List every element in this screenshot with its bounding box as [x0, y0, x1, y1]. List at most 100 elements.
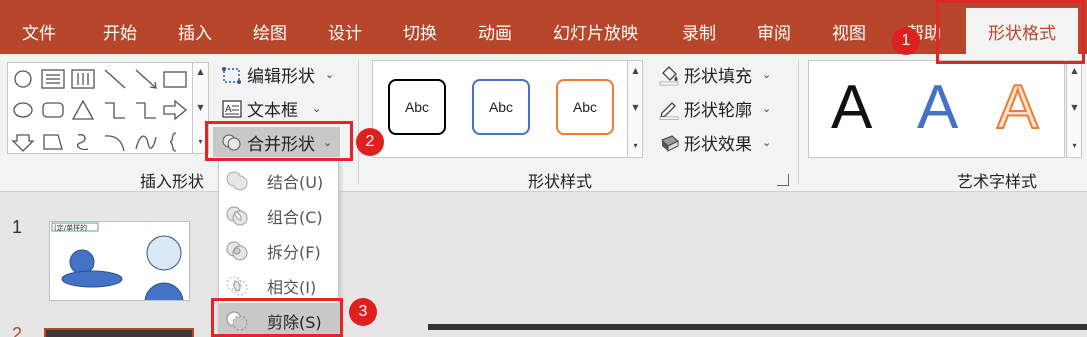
scroll-down-icon[interactable]: ▼ — [193, 101, 208, 115]
tab-insert[interactable]: 插入 — [178, 19, 212, 44]
shape-style-blue[interactable]: Abc — [472, 79, 530, 135]
tab-design[interactable]: 设计 — [328, 19, 362, 44]
callout-highlight-merge — [205, 121, 353, 161]
callout-badge-1: 1 — [892, 27, 920, 55]
callout-badge-2: 2 — [356, 128, 384, 156]
expand-gallery-icon[interactable]: ▾ — [628, 139, 643, 153]
tab-slideshow[interactable]: 幻灯片放映 — [553, 19, 638, 44]
wordart-style-orange-outline[interactable]: A — [996, 72, 1039, 143]
shapes-gallery[interactable] — [7, 62, 193, 154]
tab-review[interactable]: 审阅 — [757, 19, 791, 44]
slide-thumbnail-1[interactable]: (定/单样的 — [49, 221, 190, 301]
chevron-down-icon: ⌄ — [762, 102, 772, 115]
shape-styles-group-label: 形状样式 — [528, 172, 593, 191]
text-box-icon: A — [222, 99, 242, 118]
line-shape-icon — [104, 69, 126, 89]
tab-draw[interactable]: 绘图 — [253, 19, 287, 44]
fragment-icon — [226, 241, 248, 261]
ellipse-shape-icon — [13, 102, 33, 118]
thumbnail-caption: (定/单样的 — [54, 223, 87, 232]
elbow-arrow-icon — [136, 102, 156, 119]
chevron-down-icon: ⌄ — [762, 68, 772, 81]
curve-shape-icon — [135, 135, 157, 150]
menu-item-label: 拆分(F) — [267, 243, 321, 262]
scroll-up-icon[interactable]: ▲ — [628, 64, 643, 78]
down-arrow-icon — [11, 134, 35, 152]
dialog-launcher-icon[interactable] — [777, 174, 789, 186]
menu-item-label: 相交(I) — [267, 278, 317, 297]
arc-shape-icon — [104, 135, 125, 152]
shape-style-orange[interactable]: Abc — [556, 79, 614, 135]
callout-highlight-tab — [936, 0, 1085, 64]
pencil-icon — [659, 101, 679, 120]
callout-highlight-subtract — [211, 298, 343, 337]
insert-shapes-group-label: 插入形状 — [140, 172, 205, 191]
brace-shape-icon — [169, 132, 177, 152]
tab-home[interactable]: 开始 — [103, 19, 137, 44]
wordart-styles-group-label: 艺术字样式 — [957, 172, 1038, 191]
tab-record[interactable]: 录制 — [682, 19, 716, 44]
text-box-button[interactable]: A 文本框 ⌄ — [221, 96, 321, 121]
shape-outline-label: 形状轮廓 — [684, 101, 752, 121]
menu-item-label: 组合(C) — [267, 208, 323, 227]
text-box-label: 文本框 — [247, 101, 298, 121]
shape-styles-scroll[interactable]: ▲ ▼ ▾ — [627, 60, 643, 158]
expand-gallery-icon[interactable]: ▾ — [1067, 139, 1082, 153]
slide-number: 1 — [12, 217, 23, 237]
shape-style-black[interactable]: Abc — [388, 79, 446, 135]
callout-badge-3: 3 — [349, 298, 377, 326]
tab-view[interactable]: 视图 — [832, 19, 866, 44]
menu-item-fragment[interactable]: 拆分(F) — [219, 233, 340, 269]
edit-shape-button[interactable]: 编辑形状 ⌄ — [221, 62, 334, 87]
scroll-up-icon[interactable]: ▲ — [1067, 64, 1082, 78]
menu-item-union[interactable]: 结合(U) — [219, 163, 340, 199]
chevron-down-icon: ⌄ — [312, 102, 322, 115]
edit-shape-label: 编辑形状 — [247, 67, 315, 87]
wordart-style-black[interactable]: A — [831, 73, 872, 143]
shape-effects-label: 形状效果 — [684, 135, 752, 155]
shape-fill-label: 形状填充 — [684, 67, 752, 87]
intersect-icon — [226, 276, 248, 296]
ribbon-body: ▲ ▼ ▾ 编辑形状 ⌄ A 文本框 ⌄ 合并形状 ⌄ 插入形状 Abc Abc… — [0, 54, 1087, 192]
arrow-line-icon — [135, 69, 157, 89]
menu-item-label: 结合(U) — [267, 173, 324, 192]
union-icon — [226, 171, 248, 191]
shape-outline-button[interactable]: 形状轮廓 ⌄ — [658, 96, 771, 121]
shape-fill-button[interactable]: 形状填充 ⌄ — [658, 62, 771, 87]
rounded-rect-icon — [42, 102, 64, 118]
svg-text:A: A — [225, 104, 232, 115]
shape-thumbnails — [11, 69, 188, 152]
group-divider — [358, 60, 359, 184]
rectangle-shape-icon — [163, 71, 187, 88]
tab-animations[interactable]: 动画 — [478, 19, 512, 44]
shape-effects-icon — [661, 134, 679, 152]
shape-effects-button[interactable]: 形状效果 ⌄ — [658, 130, 771, 155]
menu-item-combine[interactable]: 组合(C) — [219, 198, 340, 234]
combine-icon — [226, 206, 248, 226]
slides-pane: 1 (定/单样的 2 — [0, 193, 1087, 337]
tab-transitions[interactable]: 切换 — [403, 19, 437, 44]
paint-bucket-icon — [659, 65, 679, 85]
scroll-down-icon[interactable]: ▼ — [1067, 101, 1082, 115]
elbow-connector-icon — [105, 102, 125, 119]
chevron-down-icon: ⌄ — [325, 68, 335, 81]
ribbon-tab-bar: 文件 开始 插入 绘图 设计 切换 动画 幻灯片放映 录制 审阅 视图 帮助 形… — [0, 0, 1087, 62]
edit-shape-icon — [222, 66, 241, 84]
freeform-shape-icon — [43, 134, 63, 150]
right-arrow-icon — [163, 99, 188, 121]
powerpoint-window: 文件 开始 插入 绘图 设计 切换 动画 幻灯片放映 录制 审阅 视图 帮助 形… — [0, 0, 1087, 337]
tab-file[interactable]: 文件 — [22, 19, 56, 44]
slide-thumbnail-2[interactable] — [44, 328, 194, 337]
wordart-gallery[interactable]: A A A — [808, 60, 1065, 158]
wordart-style-blue[interactable]: A — [917, 73, 958, 143]
chevron-down-icon: ⌄ — [762, 136, 772, 149]
triangle-shape-icon — [71, 99, 95, 120]
slide-thumbnail-content: (定/单样的 — [51, 222, 184, 300]
wordart-scroll[interactable]: ▲ ▼ ▾ — [1066, 60, 1082, 158]
slide-canvas[interactable] — [428, 324, 1087, 330]
shape-styles-gallery[interactable]: Abc Abc Abc — [372, 60, 639, 158]
scroll-down-icon[interactable]: ▼ — [628, 101, 643, 115]
oval-shape-icon — [14, 70, 32, 88]
group-divider — [798, 60, 799, 184]
scroll-up-icon[interactable]: ▲ — [193, 65, 208, 79]
